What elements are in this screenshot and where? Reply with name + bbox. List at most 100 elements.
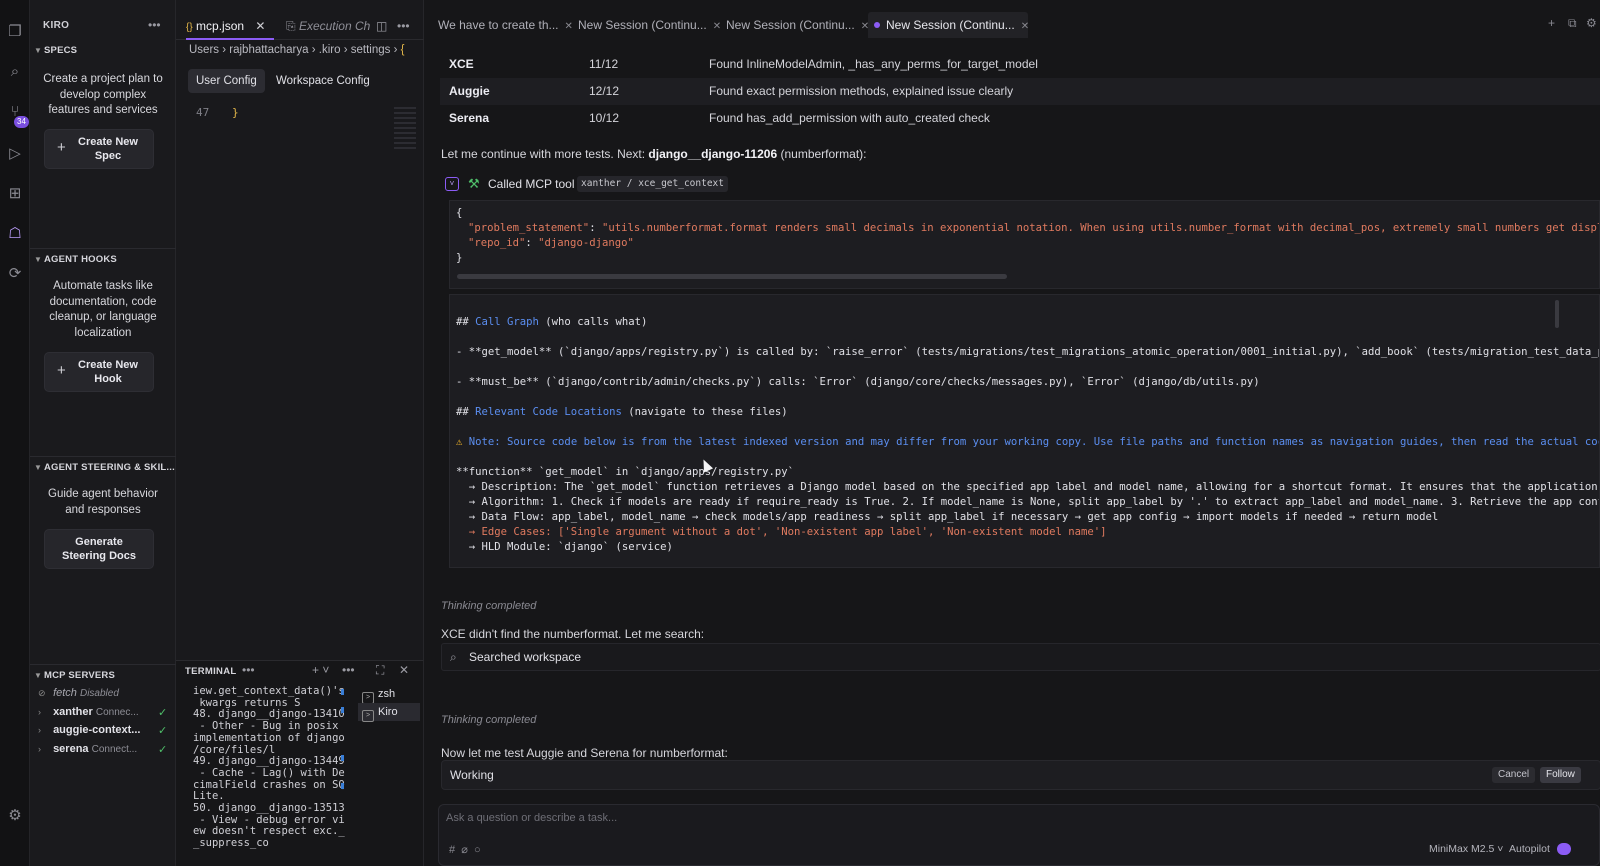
divider xyxy=(30,248,176,249)
attach-icon[interactable]: ⌀ xyxy=(461,844,468,856)
terminal-more-icon[interactable]: ••• xyxy=(342,663,355,677)
terminal-output[interactable]: iew.get_context_data()'s kwargs returns … xyxy=(193,685,345,850)
table-row: Serena 10/12 Found has_add_permission wi… xyxy=(449,111,990,125)
session-tab[interactable]: New Session (Continu... ✕ xyxy=(720,12,869,38)
terminal-title: TERMINAL xyxy=(185,666,237,677)
source-control-badge: 34 xyxy=(14,116,29,128)
history-icon[interactable]: ⧉ xyxy=(1568,16,1577,31)
remote-icon[interactable]: ⟳ xyxy=(5,264,25,284)
line-number: 47 xyxy=(196,106,210,119)
collapse-toggle[interactable]: ˅ xyxy=(445,177,459,191)
mcp-server-xanther[interactable]: › xanther Connec... ✓ xyxy=(38,706,167,719)
chat-input-placeholder: Ask a question or describe a task... xyxy=(446,812,618,824)
session-tab[interactable]: We have to create th... ✕ xyxy=(432,12,573,38)
hash-icon[interactable]: # xyxy=(449,844,455,856)
check-icon: ✓ xyxy=(158,707,168,719)
extensions-icon[interactable]: ⊞ xyxy=(5,184,25,204)
kiro-ghost-icon[interactable]: ☖ xyxy=(5,224,25,244)
chevron-down-icon: ▼ xyxy=(34,255,43,264)
kiro-title: KIRO xyxy=(43,20,70,31)
generate-steering-button[interactable]: Generate Steering Docs xyxy=(44,529,154,569)
assistant-message: Let me continue with more tests. Next: d… xyxy=(441,147,867,161)
tab-mcp-json[interactable]: {} mcp.json ✕ xyxy=(186,12,274,40)
chat-panel: We have to create th... ✕ New Session (Co… xyxy=(424,0,1600,866)
active-dot-icon xyxy=(874,22,880,28)
run-debug-icon[interactable]: ▷ xyxy=(5,144,25,164)
preview-icon: ⎘ xyxy=(286,19,296,33)
more-icon[interactable]: ••• xyxy=(397,12,410,40)
hooks-header[interactable]: ▼ AGENT HOOKS xyxy=(34,254,117,265)
breadcrumb: Users › rajbhattacharya › .kiro › settin… xyxy=(189,44,405,56)
hooks-description: Automate tasks like documentation, code … xyxy=(49,280,157,339)
divider xyxy=(30,456,176,457)
workspace-config-tab[interactable]: Workspace Config xyxy=(268,69,378,93)
assistant-message: XCE didn't find the numberformat. Let me… xyxy=(441,627,705,641)
create-hook-button[interactable]: + Create New Hook xyxy=(44,352,154,392)
chevron-down-icon: ▼ xyxy=(34,46,43,55)
shell-kiro[interactable]: > Kiro xyxy=(358,703,420,722)
table-row: Auggie 12/12 Found exact permission meth… xyxy=(440,78,1600,105)
more-icon[interactable]: ••• xyxy=(242,663,255,677)
mcp-servers-header[interactable]: ▼ MCP SERVERS xyxy=(34,670,115,681)
new-session-icon[interactable]: + xyxy=(1548,16,1555,30)
assistant-message: Now let me test Auggie and Serena for nu… xyxy=(441,746,728,760)
mcp-server-serena[interactable]: › serena Connect... ✓ xyxy=(38,743,167,756)
maximize-icon[interactable]: ⛶ xyxy=(376,663,384,678)
settings-icon[interactable]: ⚙ xyxy=(1586,16,1597,30)
wrench-icon: ⚒ xyxy=(468,176,480,191)
plus-icon: + xyxy=(57,362,66,379)
close-icon[interactable]: ✕ xyxy=(399,663,409,677)
steering-description: Guide agent behavior and responses xyxy=(48,488,158,516)
create-spec-button[interactable]: + Create New Spec xyxy=(44,129,154,169)
activity-bar: ❐ ⌕ ⑂ 34 ▷ ⊞ ☖ ⟳ ⚙ xyxy=(0,0,30,866)
account-icon[interactable]: ⚙ xyxy=(5,806,25,826)
tool-name-chip: xanther / xce_get_context xyxy=(577,176,728,192)
cancel-button[interactable]: Cancel xyxy=(1492,767,1536,783)
mcp-server-fetch[interactable]: ⊘ fetch Disabled xyxy=(38,687,119,699)
model-selector[interactable]: MiniMax M2.5 ˅ xyxy=(1429,843,1503,855)
terminal-panel: TERMINAL ••• + ˅ ••• ⛶ ✕ iew.get_context… xyxy=(176,660,424,866)
session-tab[interactable]: New Session (Continu... ✕ xyxy=(572,12,721,38)
follow-button[interactable]: Follow xyxy=(1540,767,1581,783)
chat-input[interactable]: Ask a question or describe a task... # ⌀… xyxy=(438,804,1600,866)
specs-header[interactable]: ▼ SPECS xyxy=(34,45,77,56)
terminal-icon: > xyxy=(362,710,374,722)
autopilot-label: Autopilot xyxy=(1509,843,1550,855)
split-editor-icon[interactable]: ◫ xyxy=(376,12,387,40)
minimap[interactable] xyxy=(394,104,416,184)
working-status: Working Cancel Follow xyxy=(441,760,1600,790)
new-terminal-icon[interactable]: + ˅ xyxy=(312,663,329,677)
refresh-icon[interactable]: ○ xyxy=(474,844,481,856)
tool-output[interactable]: ## Call Graph (who calls what) - **get_m… xyxy=(449,294,1600,568)
shell-zsh[interactable]: > zsh xyxy=(358,685,420,704)
user-config-tab[interactable]: User Config xyxy=(188,69,265,93)
code-text: } xyxy=(232,106,239,119)
warning-icon: ⚠ xyxy=(456,436,469,448)
search-icon: ⌕ xyxy=(450,650,457,664)
chevron-down-icon: ▼ xyxy=(34,671,43,680)
searched-workspace-row[interactable]: ⌕ Searched workspace xyxy=(441,643,1600,671)
kiro-sidebar: KIRO ••• ▼ SPECS Create a project plan to… xyxy=(30,0,176,866)
editor-panel: {} mcp.json ✕ ⎘ Execution Ch ◫ ••• Users… xyxy=(176,0,424,660)
check-icon: ✓ xyxy=(158,725,168,737)
vertical-scrollbar[interactable] xyxy=(1555,300,1559,328)
explorer-icon[interactable]: ❐ xyxy=(5,22,25,42)
more-icon[interactable]: ••• xyxy=(148,18,161,32)
mcp-server-auggie[interactable]: › auggie-context... ✓ xyxy=(38,724,167,737)
plus-icon: + xyxy=(57,139,66,156)
session-tab-active[interactable]: New Session (Continu... ✕ xyxy=(868,12,1029,38)
table-row: XCE 11/12 Found InlineModelAdmin, _has_a… xyxy=(449,57,1038,71)
session-tabbar: We have to create th... ✕ New Session (Co… xyxy=(424,12,1600,38)
autopilot-toggle[interactable] xyxy=(1557,843,1571,855)
horizontal-scrollbar[interactable] xyxy=(457,274,1007,279)
search-icon[interactable]: ⌕ xyxy=(5,62,25,82)
editor-tabbar: {} mcp.json ✕ ⎘ Execution Ch ◫ ••• xyxy=(176,12,424,40)
close-icon[interactable]: ✕ xyxy=(1021,21,1029,32)
mcp-tool-call[interactable]: ˅ ⚒ Called MCP tool xanther / xce_get_co… xyxy=(441,172,1600,196)
thinking-status: Thinking completed xyxy=(441,600,537,612)
close-icon[interactable]: ✕ xyxy=(255,19,265,33)
tab-execution[interactable]: ⎘ Execution Ch xyxy=(286,12,370,40)
terminal-marker xyxy=(341,707,344,713)
steering-header[interactable]: ▼ AGENT STEERING & SKIL... xyxy=(34,462,175,473)
check-icon: ✓ xyxy=(158,744,168,756)
